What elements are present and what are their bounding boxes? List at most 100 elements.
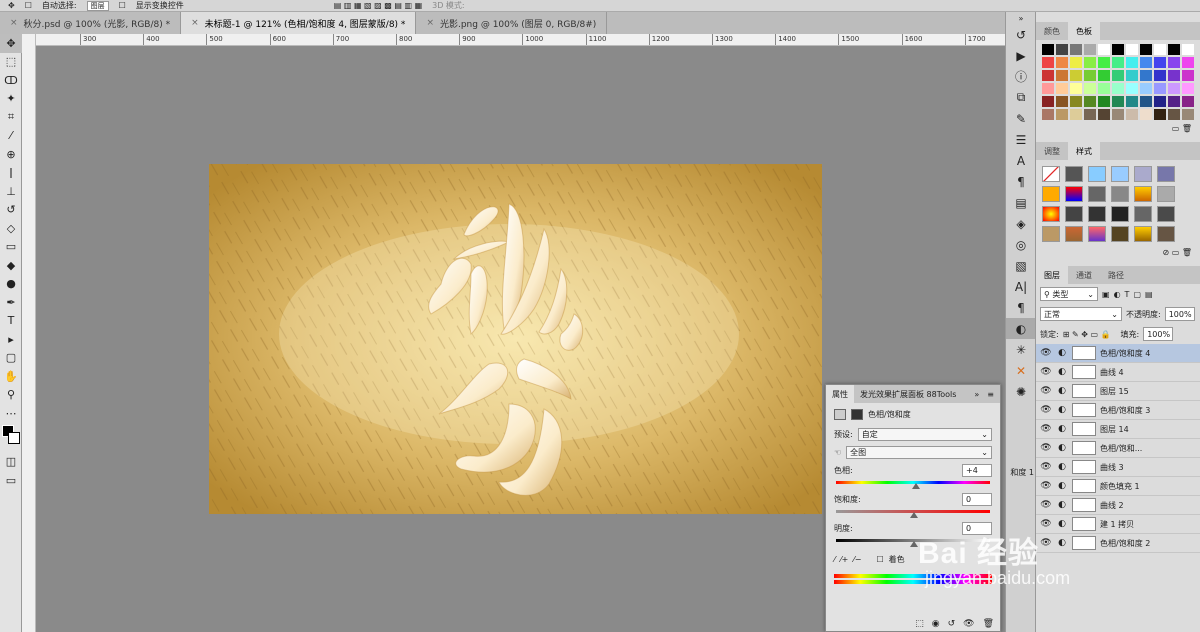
- swatch[interactable]: [1182, 57, 1194, 68]
- style-preset[interactable]: [1088, 206, 1106, 222]
- edit-toolbar-icon[interactable]: ⋯: [0, 404, 22, 423]
- swatch[interactable]: [1070, 57, 1082, 68]
- hue-slider[interactable]: [836, 481, 990, 489]
- close-icon[interactable]: ×: [191, 18, 199, 28]
- type-tool-icon[interactable]: T: [0, 312, 22, 331]
- tab-adjustments[interactable]: 调整: [1036, 142, 1068, 160]
- blend-mode-dropdown[interactable]: 正常 ⌄: [1040, 307, 1122, 321]
- layer-row[interactable]: 👁 ◐ 图层 14: [1036, 420, 1200, 439]
- doc-tab-guangying[interactable]: × 光影.png @ 100% (图层 0, RGB/8#): [416, 12, 608, 34]
- style-preset[interactable]: [1157, 166, 1175, 182]
- doc-tab-qiufen[interactable]: × 秋分.psd @ 100% (光影, RGB/8) *: [0, 12, 182, 34]
- swatch[interactable]: [1042, 57, 1054, 68]
- layer-mask-thumb[interactable]: [1072, 498, 1096, 512]
- swatch[interactable]: [1182, 96, 1194, 107]
- visibility-eye-icon[interactable]: 👁: [1040, 348, 1052, 358]
- swatch[interactable]: [1056, 44, 1068, 55]
- swatch[interactable]: [1182, 83, 1194, 94]
- layer-mask-thumb[interactable]: [1072, 403, 1096, 417]
- notes-icon[interactable]: ▤: [1006, 192, 1036, 213]
- swatch[interactable]: [1154, 83, 1166, 94]
- swatch[interactable]: [1140, 70, 1152, 81]
- visibility-eye-icon[interactable]: 👁: [1040, 424, 1052, 434]
- style-preset[interactable]: [1088, 226, 1106, 242]
- quick-mask-icon[interactable]: ◫: [0, 453, 22, 472]
- artwork-canvas[interactable]: 秋分: [209, 164, 822, 514]
- preset-dropdown[interactable]: 自定 ⌄: [857, 427, 992, 441]
- tab-paths[interactable]: 路径: [1100, 266, 1132, 284]
- mask-icon[interactable]: [851, 408, 863, 420]
- move-tool-icon[interactable]: ✥: [0, 34, 22, 53]
- swatch[interactable]: [1112, 109, 1124, 120]
- gradient-tool-icon[interactable]: ▭: [0, 238, 22, 257]
- swatch[interactable]: [1154, 109, 1166, 120]
- align-icons[interactable]: ▤ ▥ ▦ ▧ ▨ ▩ ▤ ▥ ▦: [334, 1, 422, 10]
- style-preset[interactable]: [1088, 166, 1106, 182]
- swatch[interactable]: [1112, 96, 1124, 107]
- swatch[interactable]: [1126, 70, 1138, 81]
- path-select-icon[interactable]: ▸: [0, 330, 22, 349]
- style-preset[interactable]: [1111, 206, 1129, 222]
- delete-icon[interactable]: 🗑: [983, 619, 994, 629]
- visibility-eye-icon[interactable]: 👁: [1040, 481, 1052, 491]
- layer-mask-thumb[interactable]: [1072, 422, 1096, 436]
- glyphs-icon[interactable]: A: [1006, 150, 1036, 171]
- swatch[interactable]: [1112, 70, 1124, 81]
- channel-dropdown[interactable]: 全图 ⌄: [846, 445, 992, 459]
- filter-pixel-icon[interactable]: ▣: [1102, 290, 1110, 299]
- style-preset[interactable]: [1134, 206, 1152, 222]
- style-preset[interactable]: [1065, 166, 1083, 182]
- close-icon[interactable]: ×: [426, 18, 434, 28]
- layer-row[interactable]: 👁 ◐ 色相/饱和度 4: [1036, 344, 1200, 363]
- screen-mode-icon[interactable]: ▭: [0, 471, 22, 490]
- panel-collapse-icon[interactable]: »: [968, 390, 981, 399]
- close-icon[interactable]: ×: [10, 18, 18, 28]
- swatch[interactable]: [1056, 70, 1068, 81]
- layer-filter-dropdown[interactable]: ⚲ 类型 ⌄: [1040, 287, 1098, 301]
- layer-row[interactable]: 👁 ◐ 曲线 4: [1036, 363, 1200, 382]
- crop-tool-icon[interactable]: ⌗: [0, 108, 22, 127]
- no-style-icon[interactable]: ⊘: [1162, 248, 1169, 257]
- visibility-eye-icon[interactable]: 👁: [1040, 367, 1052, 377]
- layer-row[interactable]: 👁 ◐ 色相/饱和度 3: [1036, 401, 1200, 420]
- layer-row[interactable]: 👁 ◐ 色相/饱和度 2: [1036, 534, 1200, 553]
- swatch[interactable]: [1084, 44, 1096, 55]
- visibility-eye-icon[interactable]: 👁: [1040, 386, 1052, 396]
- brush-tool-icon[interactable]: ǀ: [0, 164, 22, 183]
- tab-layers[interactable]: 图层: [1036, 266, 1068, 284]
- layer-comps-icon[interactable]: ▧: [1006, 255, 1036, 276]
- style-preset[interactable]: [1134, 166, 1152, 182]
- tab-properties[interactable]: 属性: [826, 385, 854, 403]
- swatch[interactable]: [1154, 96, 1166, 107]
- 3d-icon[interactable]: ◈: [1006, 213, 1036, 234]
- brush-settings-icon[interactable]: ✎: [1006, 108, 1036, 129]
- swatch[interactable]: [1140, 109, 1152, 120]
- swatch[interactable]: [1168, 70, 1180, 81]
- eyedropper-tool-icon[interactable]: ⁄: [0, 127, 22, 146]
- visibility-eye-icon[interactable]: 👁: [1040, 462, 1052, 472]
- swatch[interactable]: [1098, 70, 1110, 81]
- auto-select-checkbox[interactable]: ☐: [25, 1, 32, 10]
- swatch[interactable]: [1168, 109, 1180, 120]
- swatch[interactable]: [1126, 109, 1138, 120]
- eraser-tool-icon[interactable]: ◇: [0, 219, 22, 238]
- healing-brush-icon[interactable]: ⊕: [0, 145, 22, 164]
- swatch[interactable]: [1112, 57, 1124, 68]
- swatch[interactable]: [1084, 96, 1096, 107]
- swatch[interactable]: [1154, 57, 1166, 68]
- hue-field[interactable]: +4: [962, 463, 992, 477]
- style-preset[interactable]: [1111, 226, 1129, 242]
- magic-wand-icon[interactable]: ✦: [0, 90, 22, 109]
- tab-glow-extension[interactable]: 发光效果扩展面板 88Tools: [854, 389, 962, 400]
- properties-icon[interactable]: ☰: [1006, 129, 1036, 150]
- dodge-tool-icon[interactable]: ●: [0, 275, 22, 294]
- layer-mask-thumb[interactable]: [1072, 346, 1096, 360]
- layer-row[interactable]: 👁 ◐ 色相/饱和...: [1036, 439, 1200, 458]
- swatch[interactable]: [1126, 57, 1138, 68]
- swatch[interactable]: [1098, 96, 1110, 107]
- swatch[interactable]: [1070, 70, 1082, 81]
- eyedropper-icon[interactable]: ⁄: [834, 555, 835, 564]
- swatch[interactable]: [1070, 44, 1082, 55]
- swatch[interactable]: [1098, 44, 1110, 55]
- clip-to-layer-icon[interactable]: ⬚: [915, 619, 924, 629]
